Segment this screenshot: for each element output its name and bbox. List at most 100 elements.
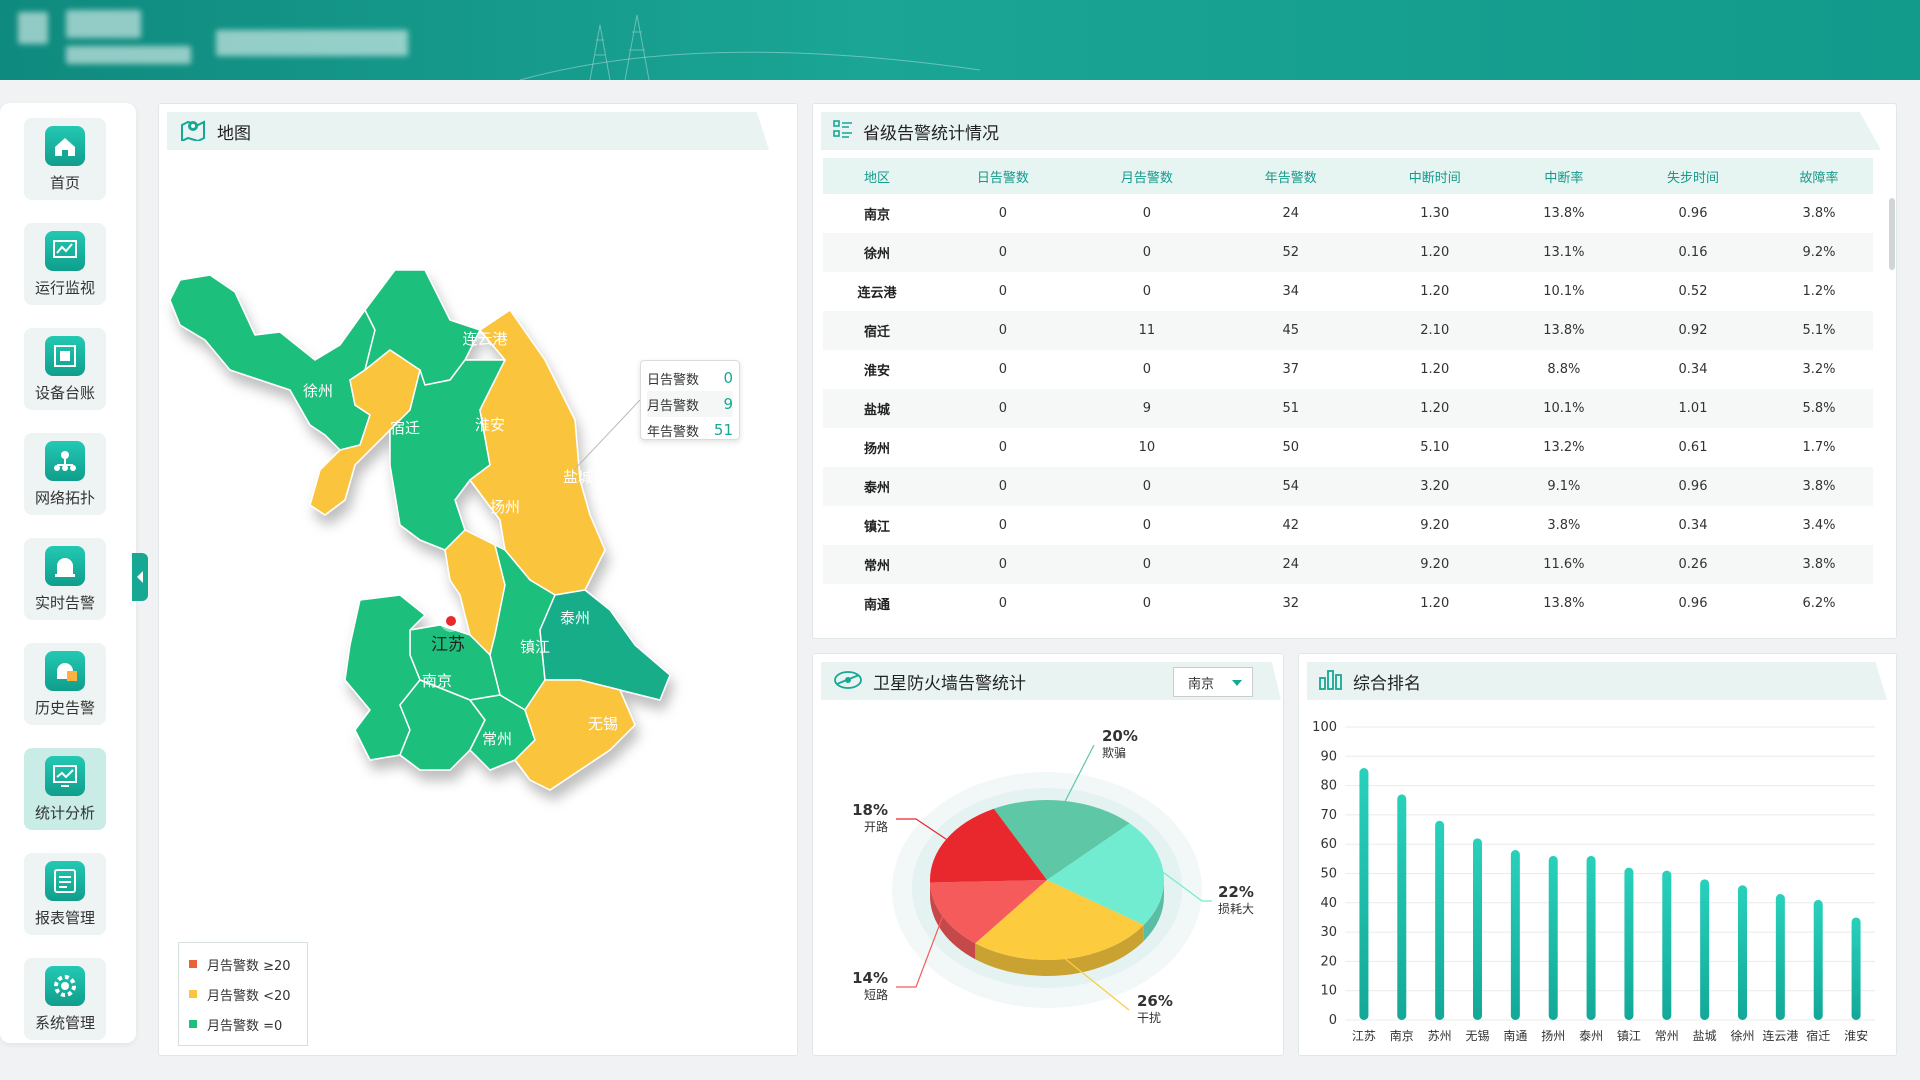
sidebar-collapse-button[interactable]: [132, 553, 148, 601]
table-row[interactable]: 扬州 0 10 50 5.10 13.2% 0.61 1.7%: [823, 428, 1873, 467]
table-cell: 0.92: [1621, 311, 1765, 350]
table-row[interactable]: 镇江 0 0 42 9.20 3.8% 0.34 3.4%: [823, 506, 1873, 545]
tooltip-day-value: 0: [723, 369, 733, 387]
table-cell: 0: [1074, 233, 1219, 272]
sidebar-item-label: 网络拓扑: [34, 489, 95, 507]
bar[interactable]: [1397, 794, 1407, 1020]
x-tick-label: 淮安: [1844, 1028, 1868, 1043]
x-tick-label: 镇江: [1617, 1029, 1641, 1043]
table-row[interactable]: 宿迁 0 11 45 2.10 13.8% 0.92 5.1%: [823, 311, 1873, 350]
sidebar-item-label: 历史告警: [34, 699, 95, 717]
device-icon: [45, 336, 85, 376]
table-cell: 0: [930, 389, 1075, 428]
label-wuxi: 无锡: [588, 715, 618, 733]
logo-icon: [18, 12, 48, 44]
bar[interactable]: [1359, 768, 1369, 1020]
sidebar-item-topology[interactable]: 网络拓扑: [24, 433, 106, 515]
ranking-title: 综合排名: [1307, 662, 1887, 700]
table-cell: 0: [1142, 206, 1152, 221]
table-cell: 9.1%: [1506, 467, 1622, 506]
sidebar-item-analysis[interactable]: 统计分析: [24, 748, 106, 830]
bar[interactable]: [1851, 917, 1861, 1020]
column-header: 中断率: [1506, 158, 1622, 194]
table-cell: 0: [930, 233, 1075, 272]
sidebar-item-realtime-alarm[interactable]: 实时告警: [24, 538, 106, 620]
table-row[interactable]: 常州 0 0 24 9.20 11.6% 0.26 3.8%: [823, 545, 1873, 584]
table-cell: 3.2%: [1802, 362, 1836, 377]
label-taizhou: 泰州: [560, 609, 590, 627]
report-icon: [45, 861, 85, 901]
sidebar-item-device[interactable]: 设备台账: [24, 328, 106, 410]
table-cell: 3.8%: [1802, 206, 1836, 221]
table-cell: 0: [1142, 518, 1152, 533]
list-icon: [833, 119, 853, 144]
x-tick-label: 常州: [1655, 1029, 1679, 1043]
bar[interactable]: [1435, 820, 1445, 1020]
table-row[interactable]: 徐州 0 0 52 1.20 13.1% 0.16 9.2%: [823, 233, 1873, 272]
bar[interactable]: [1775, 894, 1785, 1020]
legend-label: 月告警数 ≥20: [207, 958, 291, 974]
bar[interactable]: [1510, 850, 1520, 1020]
region-xuzhou[interactable]: [169, 274, 376, 451]
city-select-value: 南京: [1188, 676, 1215, 692]
table-cell: 13.8%: [1543, 206, 1585, 221]
sidebar-item-history-alarm[interactable]: 历史告警: [24, 643, 106, 725]
realtime-alarm-icon: [45, 546, 85, 586]
ranking-bar-chart: 0 10 20 30 40 50 60 70 80 90 100 江苏 南京 苏州 无锡 南通 扬州 泰州 镇江 常州…: [1312, 720, 1875, 1043]
table-cell: 1.30: [1420, 206, 1450, 221]
sidebar-item-label: 实时告警: [34, 594, 95, 612]
bar[interactable]: [1738, 885, 1747, 1020]
tooltip-leader-line: [573, 399, 641, 471]
table-scrollbar[interactable]: [1889, 198, 1895, 270]
tooltip-month-value: 9: [723, 395, 733, 413]
table-cell: 1.01: [1621, 389, 1765, 428]
sidebar-item-report[interactable]: 报表管理: [24, 853, 106, 935]
bar[interactable]: [1473, 838, 1482, 1020]
y-tick-label: 80: [1320, 779, 1337, 794]
bar[interactable]: [1700, 879, 1710, 1020]
table-cell: 0.96: [1678, 596, 1708, 611]
map-tooltip: 日告警数 0 月告警数 9 年告警数 51: [640, 360, 740, 440]
sidebar-item-home[interactable]: 首页: [24, 118, 106, 200]
table-cell: 1.20: [1420, 362, 1450, 377]
bar[interactable]: [1586, 855, 1596, 1020]
table-cell: 1.7%: [1802, 440, 1836, 455]
x-tick-label: 江苏: [1352, 1029, 1376, 1043]
map-pin-icon: [179, 117, 207, 146]
table-cell: 0: [1074, 545, 1219, 584]
table-row[interactable]: 淮安 0 0 37 1.20 8.8% 0.34 3.2%: [823, 350, 1873, 389]
table-cell: 0: [998, 440, 1008, 455]
table-cell: 0: [1074, 467, 1219, 506]
jiangsu-map[interactable]: 连云港 徐州 宿迁 淮安 盐城 扬州 泰州 南通 镇江 南京 常州 无锡 苏州 …: [160, 250, 800, 870]
bar[interactable]: [1662, 870, 1672, 1020]
bar[interactable]: [1548, 855, 1558, 1020]
alarm-stats-table: 地区 日告警数 月告警数 年告警数 中断时间 中断率 失步时间 故障率 南京 0 0 24 1.30 1…: [823, 158, 1873, 623]
bar[interactable]: [1624, 867, 1634, 1020]
capital-marker[interactable]: [446, 616, 456, 626]
table-row[interactable]: 泰州 0 0 54 3.20 9.1% 0.96 3.8%: [823, 467, 1873, 506]
table-row[interactable]: 连云港 0 0 34 1.20 10.1% 0.52 1.2%: [823, 272, 1873, 311]
table-cell: 0.52: [1678, 284, 1708, 299]
bar[interactable]: [1813, 899, 1823, 1020]
table-cell: 1.20: [1362, 389, 1507, 428]
satellite-icon: [833, 668, 863, 695]
table-cell: 0: [1142, 284, 1152, 299]
table-cell: 9.2%: [1764, 233, 1873, 272]
table-row[interactable]: 盐城 0 9 51 1.20 10.1% 1.01 5.8%: [823, 389, 1873, 428]
sidebar-item-label: 设备台账: [34, 384, 95, 402]
table-cell: 9: [1074, 389, 1219, 428]
sidebar-item-monitor[interactable]: 运行监视: [24, 223, 106, 305]
sidebar-item-settings[interactable]: 系统管理: [24, 958, 106, 1040]
city-select[interactable]: 南京: [1173, 667, 1253, 697]
label-yangzhou: 扬州: [490, 498, 520, 516]
home-icon: [45, 126, 85, 166]
map-legend: 月告警数 ≥20 月告警数 <20 月告警数 =0: [178, 942, 308, 1046]
table-row[interactable]: 南京 0 0 24 1.30 13.8% 0.96 3.8%: [823, 194, 1873, 233]
table-cell: 10.1%: [1543, 284, 1585, 299]
tooltip-year-label: 年告警数: [647, 424, 700, 440]
table-cell: 3.8%: [1764, 545, 1873, 584]
table-cell: 连云港: [857, 286, 897, 301]
label-zhenjiang: 镇江: [520, 638, 550, 656]
label-changzhou: 常州: [482, 730, 512, 748]
table-row[interactable]: 南通 0 0 32 1.20 13.8% 0.96 6.2%: [823, 584, 1873, 623]
